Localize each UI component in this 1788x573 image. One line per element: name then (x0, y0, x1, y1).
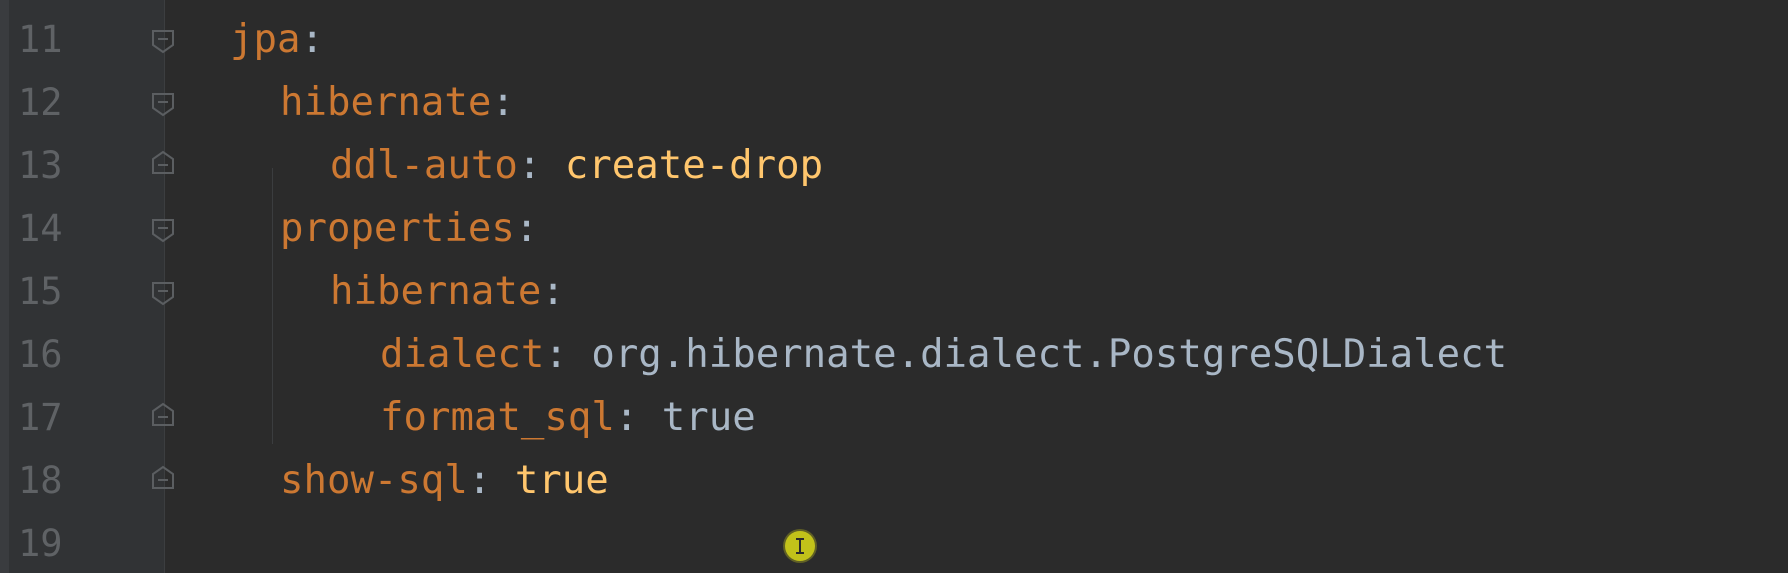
fold-end-icon[interactable] (150, 465, 176, 491)
line-number: 15 (18, 270, 63, 313)
yaml-key: properties (280, 206, 515, 251)
line-number: 19 (18, 522, 63, 565)
line-number: 16 (18, 333, 63, 376)
line-number: 13 (18, 144, 63, 187)
code-line[interactable]: format_sql: true (380, 386, 756, 449)
line-number: 18 (18, 459, 63, 502)
yaml-colon: : (467, 458, 492, 503)
yaml-key: jpa (230, 17, 301, 62)
line-number: 14 (18, 207, 63, 250)
fold-open-icon[interactable] (150, 280, 176, 306)
yaml-value: true (514, 458, 609, 503)
text-cursor-icon (785, 531, 815, 561)
indent-guide (272, 168, 273, 294)
yaml-colon: : (544, 332, 568, 377)
fold-end-icon[interactable] (150, 402, 176, 428)
code-line[interactable]: hibernate: (330, 260, 565, 323)
yaml-key: hibernate (330, 269, 542, 314)
yaml-key: ddl-auto (330, 143, 518, 188)
code-line[interactable]: jpa: (230, 8, 324, 71)
yaml-key: hibernate (280, 80, 492, 125)
yaml-colon: : (491, 80, 515, 125)
fold-open-icon[interactable] (150, 91, 176, 117)
yaml-colon: : (300, 17, 324, 62)
code-line[interactable]: dialect: org.hibernate.dialect.PostgreSQ… (380, 323, 1507, 386)
fold-end-icon[interactable] (150, 150, 176, 176)
line-number: 17 (18, 396, 63, 439)
fold-open-icon[interactable] (150, 217, 176, 243)
yaml-key: show-sql (280, 458, 468, 503)
line-number: 11 (18, 18, 63, 61)
indent-guide (272, 294, 273, 444)
line-number: 12 (18, 81, 63, 124)
yaml-value: true (661, 395, 756, 440)
yaml-key: format_sql (380, 395, 615, 440)
code-line[interactable]: hibernate: (280, 71, 515, 134)
yaml-colon: : (614, 395, 639, 440)
yaml-colon: : (541, 269, 565, 314)
code-editor[interactable]: 11 jpa: 12 hibernate: 13 ddl-auto: creat… (0, 0, 1788, 573)
yaml-value: org.hibernate.dialect.PostgreSQLDialect (591, 332, 1508, 377)
fold-open-icon[interactable] (150, 28, 176, 54)
code-line[interactable]: ddl-auto: create-drop (330, 134, 823, 197)
code-line[interactable]: properties: (280, 197, 538, 260)
code-line[interactable]: show-sql: true (280, 449, 609, 512)
yaml-colon: : (517, 143, 542, 188)
yaml-colon: : (514, 206, 539, 251)
yaml-value: create-drop (564, 143, 824, 188)
yaml-key: dialect (380, 332, 545, 377)
